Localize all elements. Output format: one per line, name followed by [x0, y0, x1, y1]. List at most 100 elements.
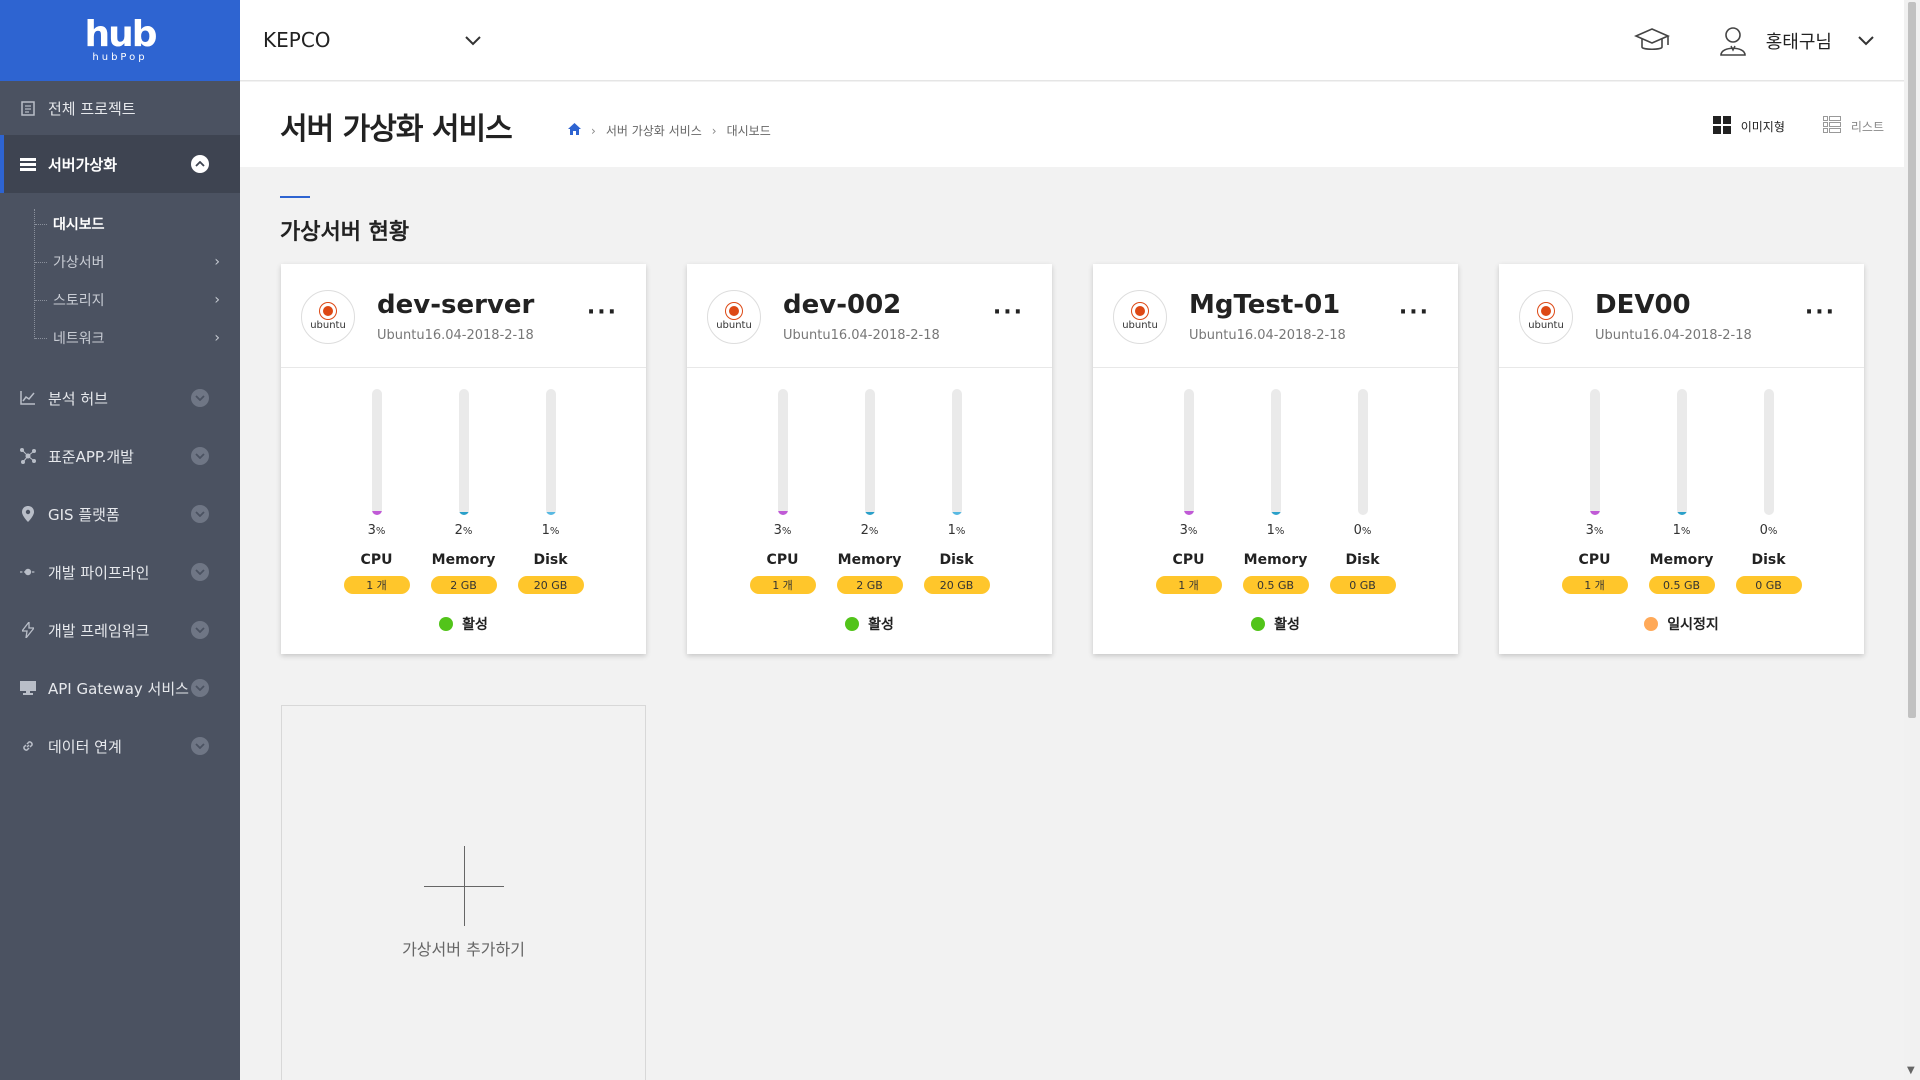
gauge-memory: 2% Memory 2 GB [826, 389, 913, 594]
sidebar-item-dev-framework[interactable]: 개발 프레임워크 [0, 601, 240, 659]
submenu-item-network[interactable]: 네트워크 › [0, 319, 240, 357]
sidebar-item-label: API Gateway 서비스 [48, 679, 189, 698]
sidebar-item-gis-platform[interactable]: GIS 플랫폼 [0, 485, 240, 543]
ubuntu-logo-icon: ubuntu [301, 290, 355, 344]
server-gauges: 3% CPU 1 개 1% Memory 0.5 GB 0% Disk 0 GB [1499, 389, 1864, 594]
gauge-bar [1589, 389, 1600, 515]
breadcrumb-item[interactable]: 대시보드 [727, 122, 771, 139]
status-label: 활성 [1274, 617, 1300, 633]
gauge-percent: 1% [1673, 523, 1691, 538]
chevron-down-icon[interactable] [1858, 31, 1874, 50]
server-gauges: 3% CPU 1 개 2% Memory 2 GB 1% Disk 20 GB [281, 389, 646, 594]
gauge-bar [951, 389, 962, 515]
os-name: ubuntu [716, 320, 752, 331]
chevron-up-icon[interactable] [191, 155, 209, 173]
view-list-button[interactable]: 리스트 [1822, 116, 1884, 137]
gauge-capacity-badge: 0 GB [1735, 576, 1802, 594]
server-card-header: ubuntu DEV00 Ubuntu16.04-2018-2-18 ··· [1499, 264, 1864, 368]
server-name[interactable]: DEV00 [1595, 290, 1691, 320]
chevron-down-icon[interactable] [191, 679, 209, 697]
breadcrumb-separator: › [711, 123, 717, 138]
chevron-down-icon[interactable] [191, 563, 209, 581]
gauge-capacity-badge: 0.5 GB [1648, 576, 1715, 594]
sidebar-item-all-projects[interactable]: 전체 프로젝트 [0, 81, 240, 135]
user-icon[interactable] [1718, 26, 1748, 56]
status-label: 활성 [868, 617, 894, 633]
gauge-bar-fill [1183, 511, 1194, 515]
chevron-down-icon[interactable] [191, 447, 209, 465]
more-options-icon[interactable]: ··· [1399, 300, 1430, 325]
gauge-memory: 1% Memory 0.5 GB [1232, 389, 1319, 594]
page-scrollbar[interactable]: ▼ [1904, 0, 1920, 1080]
gauge-value: 0 [1759, 523, 1768, 538]
gauge-memory: 1% Memory 0.5 GB [1638, 389, 1725, 594]
sidebar-item-server-virtualization[interactable]: 서버가상화 [0, 135, 240, 193]
chevron-down-icon[interactable] [191, 389, 209, 407]
gauge-bar [777, 389, 788, 515]
company-select[interactable]: KEPCO [263, 28, 481, 52]
gauge-bar-fill [371, 511, 382, 515]
ubuntu-circle-icon [1132, 303, 1148, 319]
chevron-down-icon[interactable] [191, 737, 209, 755]
server-card[interactable]: ubuntu DEV00 Ubuntu16.04-2018-2-18 ··· 3… [1499, 264, 1864, 654]
sidebar-item-analysis-hub[interactable]: 분석 허브 [0, 369, 240, 427]
submenu-item-dashboard[interactable]: 대시보드 [0, 205, 240, 243]
chevron-down-icon[interactable] [191, 621, 209, 639]
ubuntu-logo-icon: ubuntu [707, 290, 761, 344]
logo[interactable]: hub hubPop [0, 0, 240, 81]
sidebar-item-standard-app[interactable]: 표준APP.개발 [0, 427, 240, 485]
os-name: ubuntu [1122, 320, 1158, 331]
server-name[interactable]: MgTest-01 [1189, 290, 1340, 320]
gauge-value: 3 [1585, 523, 1594, 538]
breadcrumb-separator: › [591, 123, 596, 138]
gauge-unit: % [1361, 526, 1372, 537]
scroll-down-arrow-icon[interactable]: ▼ [1907, 1065, 1915, 1076]
gauge-capacity-badge: 1 개 [343, 576, 410, 594]
graduation-cap-icon[interactable] [1633, 23, 1670, 59]
gauge-bar-fill [1589, 511, 1600, 515]
gauge-capacity-badge: 20 GB [517, 576, 584, 594]
sidebar-item-api-gateway[interactable]: API Gateway 서비스 [0, 659, 240, 717]
gauge-percent: 3% [774, 523, 792, 538]
gauge-bar-fill [1676, 512, 1687, 515]
server-card[interactable]: ubuntu dev-server Ubuntu16.04-2018-2-18 … [281, 264, 646, 654]
gauge-capacity-badge: 1 개 [1561, 576, 1628, 594]
status-dot-icon [1644, 617, 1659, 631]
sidebar-item-dev-pipeline[interactable]: 개발 파이프라인 [0, 543, 240, 601]
ubuntu-circle-icon [320, 303, 336, 319]
breadcrumb-item[interactable]: 서버 가상화 서비스 [606, 122, 702, 139]
chevron-right-icon: › [214, 292, 220, 308]
home-icon[interactable] [568, 123, 581, 138]
sidebar: hub hubPop 전체 프로젝트 서버가상화 대시보드 가상서버 › 스토리… [0, 0, 240, 1080]
chevron-down-icon[interactable] [191, 505, 209, 523]
monitor-icon [20, 680, 36, 696]
gauge-label: Memory [837, 552, 902, 568]
gauge-bar [458, 389, 469, 515]
more-options-icon[interactable]: ··· [587, 300, 618, 325]
server-card[interactable]: ubuntu dev-002 Ubuntu16.04-2018-2-18 ···… [687, 264, 1052, 654]
server-name[interactable]: dev-002 [783, 290, 901, 320]
scrollbar-thumb[interactable] [1908, 2, 1916, 718]
map-pin-icon [20, 506, 36, 522]
view-image-button[interactable]: 이미지형 [1712, 116, 1785, 137]
add-server-card[interactable]: 가상서버 추가하기 [281, 705, 646, 1080]
gauge-unit: % [781, 526, 792, 537]
gauge-label: Disk [1751, 552, 1786, 568]
gauge-percent: 2% [861, 523, 879, 538]
gauge-disk: 1% Disk 20 GB [507, 389, 594, 594]
more-options-icon[interactable]: ··· [993, 300, 1024, 325]
page-header: 서버 가상화 서비스 › 서버 가상화 서비스 › 대시보드 이미지형 리스트 [240, 82, 1904, 167]
more-options-icon[interactable]: ··· [1805, 300, 1836, 325]
submenu-item-virtual-server[interactable]: 가상서버 › [0, 243, 240, 281]
username[interactable]: 홍태구님 [1766, 28, 1832, 54]
server-card[interactable]: ubuntu MgTest-01 Ubuntu16.04-2018-2-18 ·… [1093, 264, 1458, 654]
sidebar-item-data-integration[interactable]: 데이터 연계 [0, 717, 240, 775]
sidebar-item-label: GIS 플랫폼 [48, 505, 120, 524]
clipboard-icon [20, 100, 36, 116]
submenu-item-storage[interactable]: 스토리지 › [0, 281, 240, 319]
chevron-down-icon [465, 31, 481, 50]
gauge-bar-fill [864, 512, 875, 515]
status-label: 활성 [462, 617, 488, 633]
server-name[interactable]: dev-server [377, 290, 534, 320]
gauge-percent: 2% [455, 523, 473, 538]
